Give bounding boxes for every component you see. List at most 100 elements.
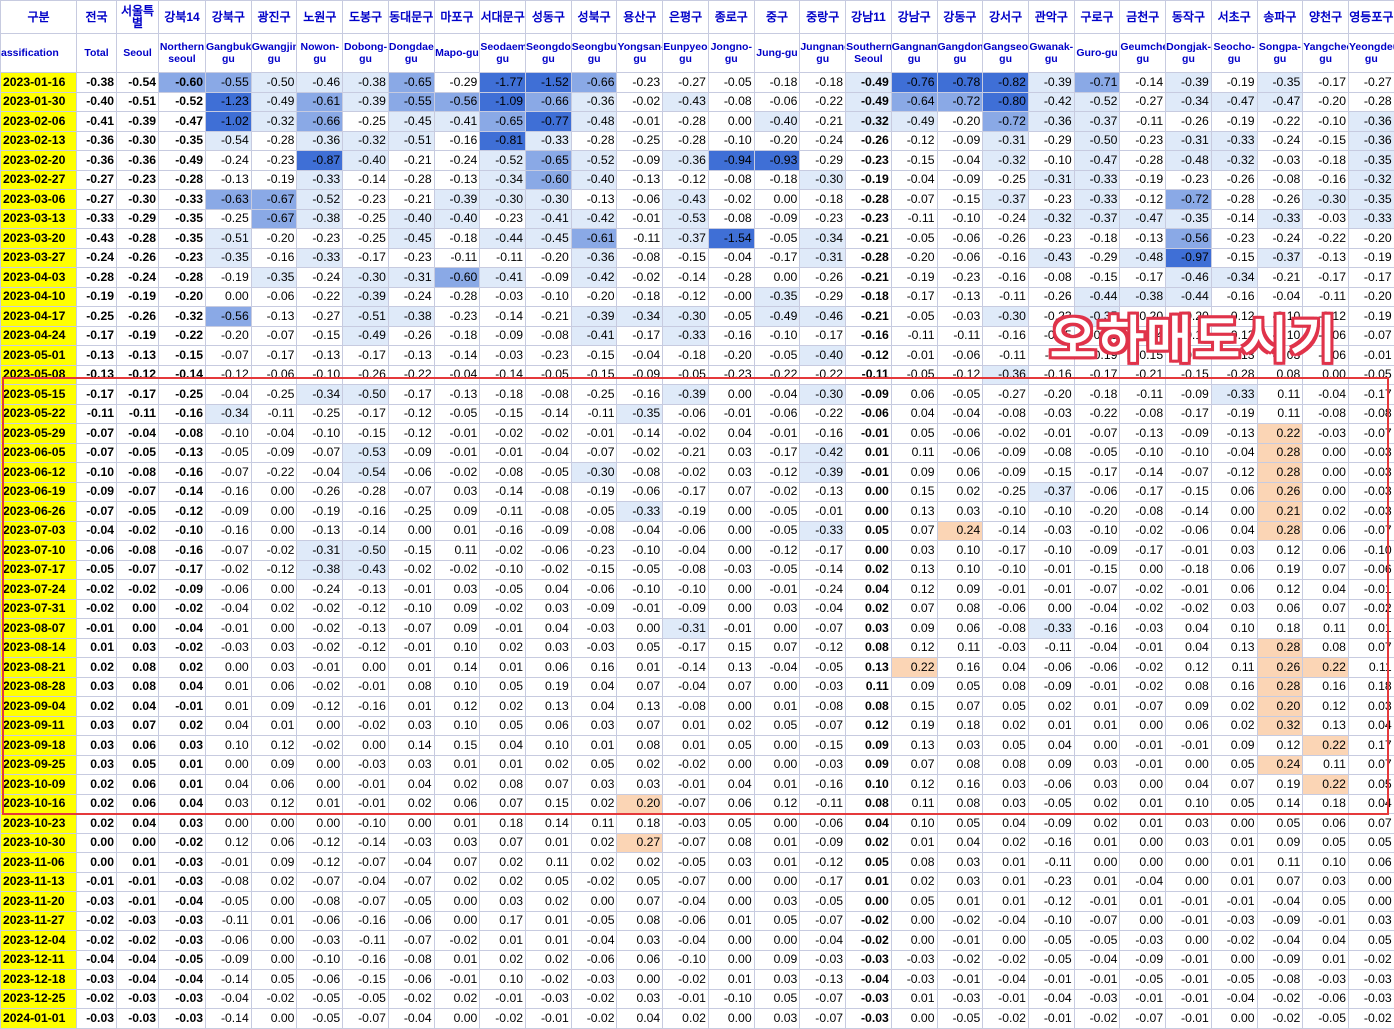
value-cell[interactable]: 0.05 xyxy=(937,814,983,834)
value-cell[interactable]: 0.01 xyxy=(1074,697,1120,717)
value-cell[interactable]: -0.04 xyxy=(1074,950,1120,970)
value-cell[interactable]: -0.09 xyxy=(1028,814,1074,834)
value-cell[interactable]: -0.03 xyxy=(388,833,434,853)
value-cell[interactable]: 0.20 xyxy=(1257,697,1303,717)
value-cell[interactable]: 0.00 xyxy=(708,599,754,619)
value-cell[interactable]: -0.28 xyxy=(663,131,709,151)
value-cell[interactable]: 0.08 xyxy=(117,658,159,678)
value-cell[interactable]: 0.00 xyxy=(251,482,297,502)
value-cell[interactable]: 0.04 xyxy=(1166,775,1212,795)
value-cell[interactable]: -0.05 xyxy=(754,229,800,249)
value-cell[interactable]: 0.12 xyxy=(891,580,937,600)
value-cell[interactable]: -0.10 xyxy=(983,560,1029,580)
value-cell[interactable]: -0.35 xyxy=(159,209,206,229)
value-cell[interactable]: 0.00 xyxy=(434,892,480,912)
value-cell[interactable]: -0.20 xyxy=(708,346,754,366)
value-cell[interactable]: -0.32 xyxy=(1348,170,1394,190)
value-cell[interactable]: -0.07 xyxy=(388,482,434,502)
value-cell[interactable]: -0.29 xyxy=(800,287,846,307)
value-cell[interactable]: -0.09 xyxy=(754,209,800,229)
value-cell[interactable]: -0.13 xyxy=(937,287,983,307)
value-cell[interactable]: -0.04 xyxy=(846,970,892,990)
value-cell[interactable]: 0.01 xyxy=(754,775,800,795)
value-cell[interactable]: 0.02 xyxy=(77,775,117,795)
value-cell[interactable]: -0.56 xyxy=(1166,229,1212,249)
value-cell[interactable]: 0.00 xyxy=(1348,872,1394,892)
value-cell[interactable]: -0.02 xyxy=(663,755,709,775)
value-cell[interactable]: -0.36 xyxy=(663,151,709,171)
value-cell[interactable]: -0.10 xyxy=(1257,307,1303,327)
value-cell[interactable]: -0.77 xyxy=(526,112,572,132)
date-cell[interactable]: 2023-09-18 xyxy=(1,736,77,756)
value-cell[interactable]: 0.06 xyxy=(891,385,937,405)
value-cell[interactable]: -0.14 xyxy=(617,424,663,444)
value-cell[interactable]: -0.02 xyxy=(526,424,572,444)
value-cell[interactable]: 0.00 xyxy=(1211,814,1257,834)
value-cell[interactable]: -0.39 xyxy=(663,385,709,405)
value-cell[interactable]: -0.40 xyxy=(388,209,434,229)
value-cell[interactable]: 0.03 xyxy=(983,775,1029,795)
value-cell[interactable]: -0.04 xyxy=(206,385,252,405)
value-cell[interactable]: 0.00 xyxy=(891,931,937,951)
value-cell[interactable]: -0.07 xyxy=(1166,346,1212,366)
value-cell[interactable]: -0.08 xyxy=(1028,443,1074,463)
value-cell[interactable]: -0.36 xyxy=(571,248,617,268)
value-cell[interactable]: 0.00 xyxy=(206,287,252,307)
value-cell[interactable]: -0.56 xyxy=(434,92,480,112)
value-cell[interactable]: 0.01 xyxy=(480,755,526,775)
value-cell[interactable]: 0.07 xyxy=(480,833,526,853)
value-cell[interactable]: -0.08 xyxy=(297,892,343,912)
value-cell[interactable]: -0.61 xyxy=(297,92,343,112)
value-cell[interactable]: -0.10 xyxy=(708,989,754,1009)
value-cell[interactable]: -0.37 xyxy=(1257,248,1303,268)
value-cell[interactable]: -0.35 xyxy=(1257,73,1303,93)
value-cell[interactable]: -0.14 xyxy=(343,170,389,190)
value-cell[interactable]: -0.26 xyxy=(117,307,159,327)
value-cell[interactable]: -0.09 xyxy=(388,443,434,463)
value-cell[interactable]: 0.05 xyxy=(983,697,1029,717)
value-cell[interactable]: 0.00 xyxy=(1074,853,1120,873)
value-cell[interactable]: -0.05 xyxy=(526,463,572,483)
date-cell[interactable]: 2023-10-23 xyxy=(1,814,77,834)
value-cell[interactable]: -0.27 xyxy=(983,385,1029,405)
value-cell[interactable]: -0.11 xyxy=(1028,853,1074,873)
value-cell[interactable]: 0.28 xyxy=(1257,463,1303,483)
value-cell[interactable]: -0.30 xyxy=(800,385,846,405)
value-cell[interactable]: -0.11 xyxy=(480,502,526,522)
value-cell[interactable]: -0.13 xyxy=(434,385,480,405)
value-cell[interactable]: -0.15 xyxy=(571,346,617,366)
value-cell[interactable]: -0.02 xyxy=(937,950,983,970)
value-cell[interactable]: -0.02 xyxy=(480,541,526,561)
value-cell[interactable]: -0.19 xyxy=(1348,307,1394,327)
value-cell[interactable]: -0.05 xyxy=(891,365,937,385)
value-cell[interactable]: 0.00 xyxy=(251,580,297,600)
value-cell[interactable]: -0.22 xyxy=(800,365,846,385)
value-cell[interactable]: -0.01 xyxy=(754,424,800,444)
value-cell[interactable]: -0.03 xyxy=(117,1009,159,1029)
value-cell[interactable]: -0.19 xyxy=(297,502,343,522)
value-cell[interactable]: -0.10 xyxy=(388,599,434,619)
value-cell[interactable]: -0.31 xyxy=(663,619,709,639)
value-cell[interactable]: 0.03 xyxy=(937,736,983,756)
value-cell[interactable]: -0.19 xyxy=(1211,112,1257,132)
value-cell[interactable]: 0.08 xyxy=(846,697,892,717)
value-cell[interactable]: 0.00 xyxy=(1120,775,1166,795)
value-cell[interactable]: -0.15 xyxy=(800,736,846,756)
value-cell[interactable]: 0.03 xyxy=(1211,541,1257,561)
value-cell[interactable]: -0.81 xyxy=(480,131,526,151)
value-cell[interactable]: 0.07 xyxy=(617,677,663,697)
value-cell[interactable]: -0.01 xyxy=(526,1009,572,1029)
value-cell[interactable]: 0.03 xyxy=(117,638,159,658)
value-cell[interactable]: 0.02 xyxy=(77,794,117,814)
value-cell[interactable]: -0.46 xyxy=(1166,268,1212,288)
value-cell[interactable]: -0.04 xyxy=(117,424,159,444)
value-cell[interactable]: -0.22 xyxy=(800,92,846,112)
value-cell[interactable]: -0.01 xyxy=(77,872,117,892)
value-cell[interactable]: -0.39 xyxy=(571,307,617,327)
value-cell[interactable]: 0.04 xyxy=(1303,580,1349,600)
value-cell[interactable]: 0.07 xyxy=(1348,638,1394,658)
value-cell[interactable]: -0.17 xyxy=(663,638,709,658)
value-cell[interactable]: -0.20 xyxy=(206,326,252,346)
value-cell[interactable]: 0.06 xyxy=(434,794,480,814)
value-cell[interactable]: -0.40 xyxy=(754,112,800,132)
